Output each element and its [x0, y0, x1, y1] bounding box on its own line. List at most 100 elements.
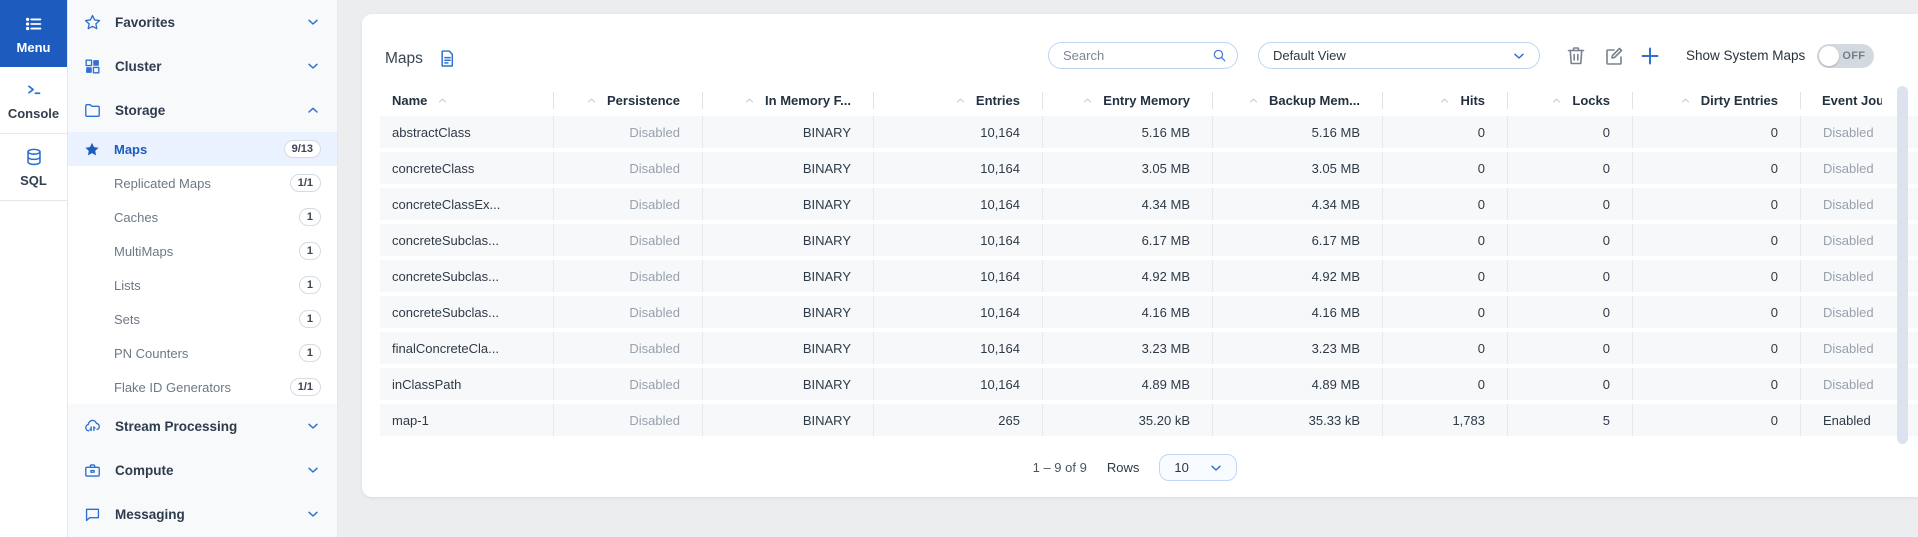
cell-hits: 0	[1382, 368, 1507, 400]
table-row[interactable]: concreteSubclas...DisabledBINARY10,1644.…	[380, 296, 1918, 332]
maps-table: Name Persistence In Memory F... EntriesEntr…	[380, 85, 1918, 440]
cell-persistence: Disabled	[553, 368, 702, 400]
app-rail: Menu Console SQL	[0, 0, 68, 537]
column-label: Backup Mem...	[1269, 93, 1360, 108]
count-badge: 1	[299, 344, 321, 362]
document-icon[interactable]	[437, 48, 458, 69]
sql-button[interactable]: SQL	[0, 134, 67, 201]
cell-entry-memory: 4.89 MB	[1042, 368, 1212, 400]
cell-entry-memory: 4.92 MB	[1042, 260, 1212, 292]
view-select[interactable]: Default View	[1258, 42, 1540, 69]
star-outline-icon	[83, 13, 102, 32]
show-system-maps-toggle[interactable]: OFF	[1817, 44, 1874, 68]
search-input[interactable]	[1048, 42, 1238, 69]
sort-caret-icon	[1679, 94, 1692, 107]
sidebar-item-sets[interactable]: Sets1	[68, 302, 337, 336]
sidebar-group-stream-processing[interactable]: Stream Processing	[68, 404, 337, 448]
sidebar-item-maps[interactable]: Maps9/13	[68, 132, 337, 166]
cell-name: map-1	[380, 404, 553, 436]
cell-entries: 265	[873, 404, 1042, 436]
rows-per-page-select[interactable]: 10	[1159, 454, 1237, 481]
column-header-backup-mem[interactable]: Backup Mem...	[1212, 85, 1382, 116]
sidebar-item-lists[interactable]: Lists1	[68, 268, 337, 302]
cell-hits: 0	[1382, 116, 1507, 148]
page-range: 1 – 9 of 9	[1033, 460, 1087, 475]
table-row[interactable]: concreteClassDisabledBINARY10,1643.05 MB…	[380, 152, 1918, 188]
chevron-down-icon	[1511, 48, 1527, 64]
console-label: Console	[8, 106, 59, 121]
table-row[interactable]: concreteClassEx...DisabledBINARY10,1644.…	[380, 188, 1918, 224]
maps-card: Maps Defa	[362, 14, 1918, 497]
database-icon	[23, 146, 45, 168]
delete-button[interactable]	[1564, 44, 1588, 68]
grid-icon	[83, 57, 102, 76]
cell-name: concreteSubclas...	[380, 260, 553, 292]
sidebar-group-messaging[interactable]: Messaging	[68, 492, 337, 536]
sidebar-item-caches[interactable]: Caches1	[68, 200, 337, 234]
cell-dirty-entries: 0	[1632, 260, 1800, 292]
cell-dirty-entries: 0	[1632, 188, 1800, 220]
cell-entries: 10,164	[873, 224, 1042, 256]
menu-button[interactable]: Menu	[0, 0, 67, 67]
cell-entries: 10,164	[873, 116, 1042, 148]
count-badge: 1/1	[290, 174, 321, 192]
table-row[interactable]: concreteSubclas...DisabledBINARY10,1644.…	[380, 260, 1918, 296]
column-label: In Memory F...	[765, 93, 851, 108]
column-header-in-memory-f[interactable]: In Memory F...	[702, 85, 873, 116]
folder-icon	[83, 101, 102, 120]
chevron-up-icon	[305, 102, 321, 118]
column-header-locks[interactable]: Locks	[1507, 85, 1632, 116]
column-header-entries[interactable]: Entries	[873, 85, 1042, 116]
column-header-dirty-entries[interactable]: Dirty Entries	[1632, 85, 1800, 116]
table-row[interactable]: finalConcreteCla...DisabledBINARY10,1643…	[380, 332, 1918, 368]
table-row[interactable]: concreteSubclas...DisabledBINARY10,1646.…	[380, 224, 1918, 260]
sidebar-item-pn-counters[interactable]: PN Counters1	[68, 336, 337, 370]
sort-caret-icon	[1247, 94, 1260, 107]
sidebar-item-replicated-maps[interactable]: Replicated Maps1/1	[68, 166, 337, 200]
cell-name: inClassPath	[380, 368, 553, 400]
menu-label: Menu	[17, 40, 51, 55]
sort-caret-icon	[743, 94, 756, 107]
sidebar-group-cluster[interactable]: Cluster	[68, 44, 337, 88]
storage-sub-list: Maps9/13Replicated Maps1/1Caches1MultiMa…	[68, 132, 337, 404]
count-badge: 1	[299, 242, 321, 260]
table-row[interactable]: inClassPathDisabledBINARY10,1644.89 MB4.…	[380, 368, 1918, 404]
column-header-entry-memory[interactable]: Entry Memory	[1042, 85, 1212, 116]
cell-in-memory-f: BINARY	[702, 152, 873, 184]
table-row[interactable]: map-1DisabledBINARY26535.20 kB35.33 kB1,…	[380, 404, 1918, 440]
sidebar-group-favorites[interactable]: Favorites	[68, 0, 337, 44]
cell-in-memory-f: BINARY	[702, 188, 873, 220]
count-badge: 1	[299, 310, 321, 328]
sidebar-item-label: Maps	[114, 142, 284, 157]
cell-locks: 5	[1507, 404, 1632, 436]
cell-backup-mem: 4.16 MB	[1212, 296, 1382, 328]
add-button[interactable]	[1638, 44, 1662, 68]
table-header-row: Name Persistence In Memory F... EntriesEntr…	[380, 85, 1918, 116]
sidebar-group-compute[interactable]: Compute	[68, 448, 337, 492]
edit-button[interactable]	[1602, 44, 1626, 68]
cell-locks: 0	[1507, 116, 1632, 148]
show-system-maps-label: Show System Maps	[1686, 48, 1805, 63]
sidebar-item-multimaps[interactable]: MultiMaps1	[68, 234, 337, 268]
column-header-persistence[interactable]: Persistence	[553, 85, 702, 116]
cell-backup-mem: 5.16 MB	[1212, 116, 1382, 148]
console-icon	[23, 79, 45, 101]
column-header-name[interactable]: Name	[380, 85, 553, 116]
column-label: Name	[392, 93, 427, 108]
column-header-hits[interactable]: Hits	[1382, 85, 1507, 116]
cell-hits: 0	[1382, 332, 1507, 364]
sidebar-item-label: Caches	[114, 210, 299, 225]
cell-entries: 10,164	[873, 296, 1042, 328]
console-button[interactable]: Console	[0, 67, 67, 134]
column-label: Event Journal	[1822, 93, 1882, 108]
sidebar-item-flake-id-generators[interactable]: Flake ID Generators1/1	[68, 370, 337, 404]
table-row[interactable]: abstractClassDisabledBINARY10,1645.16 MB…	[380, 116, 1918, 152]
sidebar-group-storage[interactable]: Storage	[68, 88, 337, 132]
sidebar-group-label: Compute	[115, 463, 305, 478]
vertical-scrollbar[interactable]	[1897, 86, 1908, 444]
toggle-knob	[1819, 46, 1839, 66]
cell-hits: 0	[1382, 224, 1507, 256]
sidebar-item-label: Lists	[114, 278, 299, 293]
chevron-down-icon	[1208, 460, 1224, 476]
cell-persistence: Disabled	[553, 152, 702, 184]
